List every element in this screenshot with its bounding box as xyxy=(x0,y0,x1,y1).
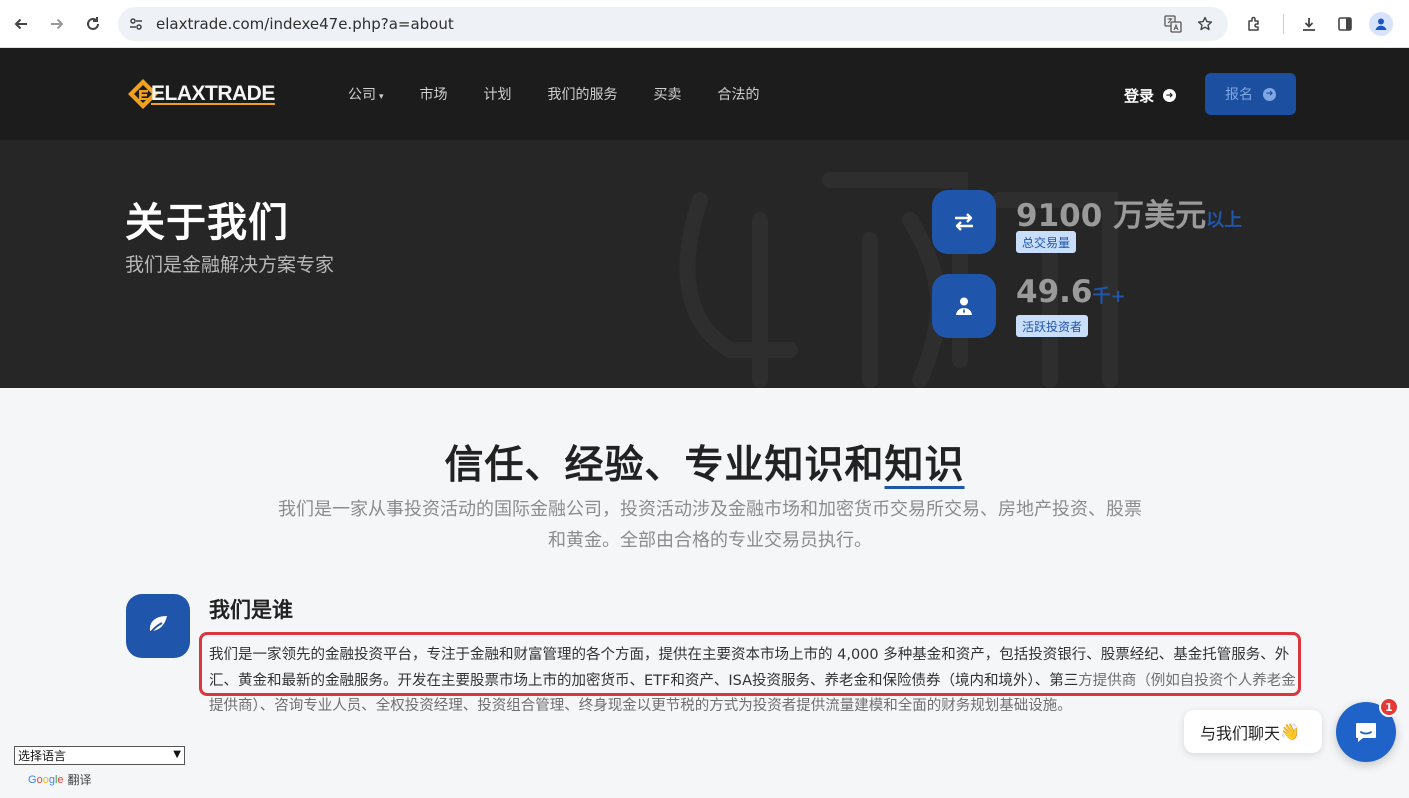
page-subtitle: 我们是金融解决方案专家 xyxy=(125,254,335,276)
nav-item-services[interactable]: 我们的服务 xyxy=(548,84,618,104)
stat-investors-value: 49.6千+ xyxy=(1016,274,1126,310)
language-select[interactable]: 选择语言 ▼ xyxy=(14,746,185,765)
who-we-are-text: 我们是一家领先的金融投资平台，专注于金融和财富管理的各个方面，提供在主要资本市场… xyxy=(209,643,1301,720)
bookmark-star-icon[interactable] xyxy=(1195,14,1215,34)
stat-unit: 千+ xyxy=(1092,286,1126,307)
arrow-circle-icon: ➜ xyxy=(1263,87,1276,101)
watermark-graphic xyxy=(679,172,1118,388)
page-title: 关于我们 xyxy=(125,200,289,246)
stat-volume-value: 9100 万美元以上 xyxy=(1016,190,1242,235)
investor-user-icon xyxy=(932,274,996,338)
site-logo[interactable]: ELAXTRADE xyxy=(127,78,275,110)
stat-value-text: 9100 万美元 xyxy=(1016,198,1207,234)
back-arrow-icon[interactable] xyxy=(9,12,33,36)
powered-by-translate: Google 翻译 xyxy=(28,771,92,788)
extensions-puzzle-icon[interactable] xyxy=(1243,12,1267,36)
google-logo: Google xyxy=(28,773,64,786)
chevron-down-icon: ▼ xyxy=(173,749,181,760)
toolbar-divider xyxy=(1283,14,1284,34)
site-header: ELAXTRADE 公司 ▾ 市场 计划 我们的服务 买卖 合法的 登录 ➜ 报名… xyxy=(0,48,1409,140)
main-nav: 公司 ▾ 市场 计划 我们的服务 买卖 合法的 xyxy=(348,84,796,104)
address-bar[interactable]: elaxtrade.com/indexe47e.php?a=about xyxy=(118,7,1228,41)
leaf-icon xyxy=(126,594,190,658)
translate-link[interactable]: 翻译 xyxy=(68,771,92,788)
chat-unread-badge: 1 xyxy=(1379,697,1399,717)
browser-toolbar: elaxtrade.com/indexe47e.php?a=about xyxy=(0,0,1409,48)
chat-greeting-text: 与我们聊天 xyxy=(1200,723,1281,743)
translate-page-icon[interactable] xyxy=(1163,14,1183,34)
stat-volume-label: 总交易量 xyxy=(1016,231,1077,253)
stat-unit: 以上 xyxy=(1206,210,1243,231)
arrow-circle-icon: ➜ xyxy=(1163,89,1177,102)
stat-value-text: 49.6 xyxy=(1016,274,1093,310)
chat-icon xyxy=(1356,723,1376,742)
logo-text: ELAXTRADE xyxy=(151,82,275,105)
chevron-down-icon: ▾ xyxy=(379,92,384,102)
signup-button[interactable]: 报名 ➜ xyxy=(1205,73,1296,115)
side-panel-icon[interactable] xyxy=(1333,12,1357,36)
nav-item-legal[interactable]: 合法的 xyxy=(718,84,760,104)
nav-item-label: 公司 xyxy=(348,87,376,103)
chat-greeting-bubble[interactable]: 与我们聊天 👋 xyxy=(1184,710,1322,753)
exchange-arrows-icon xyxy=(932,190,996,254)
who-we-are-title: 我们是谁 xyxy=(209,598,293,622)
profile-avatar-icon[interactable] xyxy=(1369,12,1393,36)
url-text[interactable]: elaxtrade.com/indexe47e.php?a=about xyxy=(156,15,454,33)
site-info-icon[interactable] xyxy=(128,16,144,32)
download-icon[interactable] xyxy=(1297,12,1321,36)
section-heading-underlined: 知识 xyxy=(884,443,965,488)
forward-arrow-icon[interactable] xyxy=(45,12,69,36)
reload-icon[interactable] xyxy=(81,12,105,36)
nav-item-markets[interactable]: 市场 xyxy=(420,84,448,104)
nav-item-trading[interactable]: 买卖 xyxy=(654,84,682,104)
nav-item-company[interactable]: 公司 ▾ xyxy=(348,84,384,104)
language-select-value: 选择语言 xyxy=(18,749,67,763)
waving-hand-icon: 👋 xyxy=(1280,722,1300,741)
login-label: 登录 xyxy=(1124,87,1155,105)
nav-item-plans[interactable]: 计划 xyxy=(484,84,512,104)
section-heading: 信任、经验、专业知识和知识 xyxy=(0,434,1409,490)
section-heading-prefix: 信任、经验、专业知识和 xyxy=(444,443,885,488)
section-description: 我们是一家从事投资活动的国际金融公司，投资活动涉及金融市场和加密货币交易所交易、… xyxy=(278,499,1142,551)
hero-banner: 关于我们 我们是金融解决方案专家 9100 万美元以上 总交易量 49.6千+ … xyxy=(0,140,1409,388)
stat-investors-label: 活跃投资者 xyxy=(1016,315,1089,337)
signup-label: 报名 xyxy=(1225,87,1253,103)
login-link[interactable]: 登录 ➜ xyxy=(1124,85,1177,106)
